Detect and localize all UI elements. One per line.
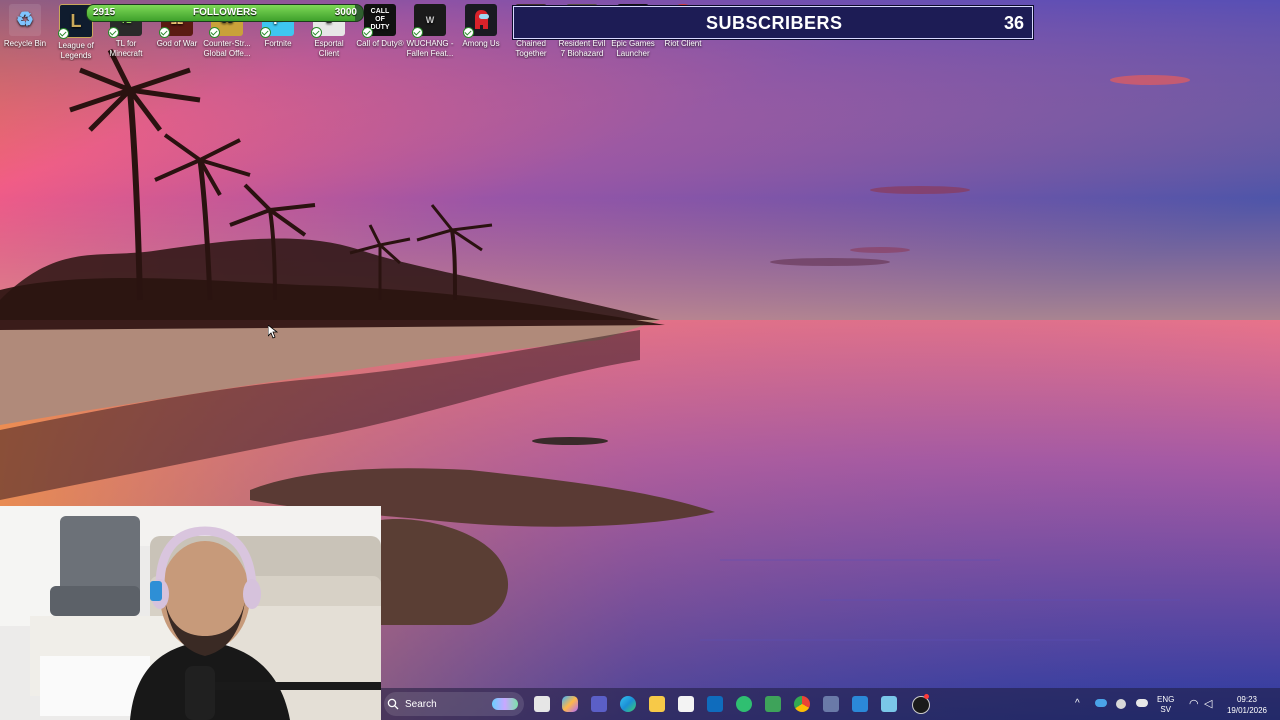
clock-time: 09:23 — [1236, 695, 1258, 704]
search-icon — [387, 698, 399, 710]
desktop-icon-label: Call of Duty® — [356, 39, 404, 48]
sync-icon[interactable] — [1116, 699, 1126, 709]
followers-label: FOLLOWERS — [193, 7, 257, 18]
followers-current: 2915 — [93, 7, 116, 18]
desktop-icon-label: Fortnite — [264, 39, 292, 48]
teams-icon[interactable] — [591, 696, 607, 712]
notification-dot — [924, 694, 929, 699]
desktop-icon-label: Resident Evil 7 Biohazard — [558, 39, 606, 58]
desktop-icon-recycle-bin[interactable]: ♻ Recycle Bin — [0, 4, 50, 49]
desktop-icon-label: Recycle Bin — [3, 39, 47, 48]
mouse-cursor-icon — [268, 325, 278, 339]
language-indicator[interactable]: ENG SV — [1157, 695, 1174, 715]
subscribers-label: SUBSCRIBERS — [706, 13, 843, 33]
webcam-feed — [0, 506, 381, 720]
onedrive-icon[interactable] — [1095, 699, 1107, 707]
subscribers-counter: SUBSCRIBERS 36 — [513, 6, 1033, 39]
call-of-duty-icon: CALL OF DUTY — [362, 4, 396, 38]
desktop-icon-label: Riot Client — [664, 39, 702, 48]
language-code: ENG — [1157, 695, 1175, 704]
clock-date: 19/01/2026 — [1226, 706, 1268, 715]
clock[interactable]: 09:23 19/01/2026 — [1223, 694, 1271, 716]
search-highlight-icon — [492, 698, 518, 710]
wifi-icon[interactable]: ◠ — [1189, 697, 1199, 710]
recycle-bin-icon: ♻ — [9, 4, 41, 36]
desktop-icon-label: Among Us — [462, 39, 500, 48]
desktop-icon-label: League of Legends — [58, 41, 94, 60]
desktop-icon-label: Epic Games Launcher — [611, 39, 655, 58]
onedrive-icon[interactable] — [1136, 699, 1148, 707]
desktop-icon-label: Counter-Str... Global Offe... — [203, 39, 251, 58]
taskbar-search-box[interactable]: Search — [384, 692, 524, 716]
desktop-icon-label: Esportal Client — [314, 39, 344, 58]
edge-icon[interactable] — [620, 696, 636, 712]
chevron-up-icon[interactable]: ^ — [1075, 698, 1080, 709]
snipping-icon[interactable] — [881, 696, 897, 712]
outlook-icon[interactable] — [707, 696, 723, 712]
discord-icon[interactable] — [765, 696, 781, 712]
task-view-icon[interactable] — [534, 696, 550, 712]
vpn-icon[interactable] — [736, 696, 752, 712]
taskbar: Search ^ ENG SV ◠ ◁ 09:23 19/01/2026 — [381, 688, 1280, 720]
app-icon[interactable] — [823, 696, 839, 712]
desktop-icon-label: Chained Together — [515, 39, 547, 58]
chrome-icon[interactable] — [794, 696, 810, 712]
copilot-icon[interactable] — [562, 696, 578, 712]
followers-goal: 3000 — [334, 7, 357, 18]
followers-goal-bar: 2915 FOLLOWERS 3000 — [86, 4, 364, 22]
store-icon[interactable] — [678, 696, 694, 712]
subscribers-count: 36 — [1003, 13, 1024, 33]
desktop-icon-among-us[interactable]: Among Us — [456, 4, 506, 49]
among-us-icon — [463, 4, 497, 38]
photos-icon[interactable] — [852, 696, 868, 712]
desktop-icon-label: TL for Minecraft Launch... — [109, 39, 143, 58]
file-explorer-icon[interactable] — [649, 696, 665, 712]
search-placeholder: Search — [405, 698, 437, 710]
desktop-icon-label: God of War — [156, 39, 198, 48]
desktop-icon-wuchang[interactable]: W WUCHANG - Fallen Feat... — [405, 4, 455, 59]
keyboard-layout: SV — [1160, 705, 1171, 714]
wuchang-icon: W — [412, 4, 446, 38]
volume-icon[interactable]: ◁ — [1204, 697, 1212, 710]
desktop-icon-label: WUCHANG - Fallen Feat... — [406, 39, 454, 58]
